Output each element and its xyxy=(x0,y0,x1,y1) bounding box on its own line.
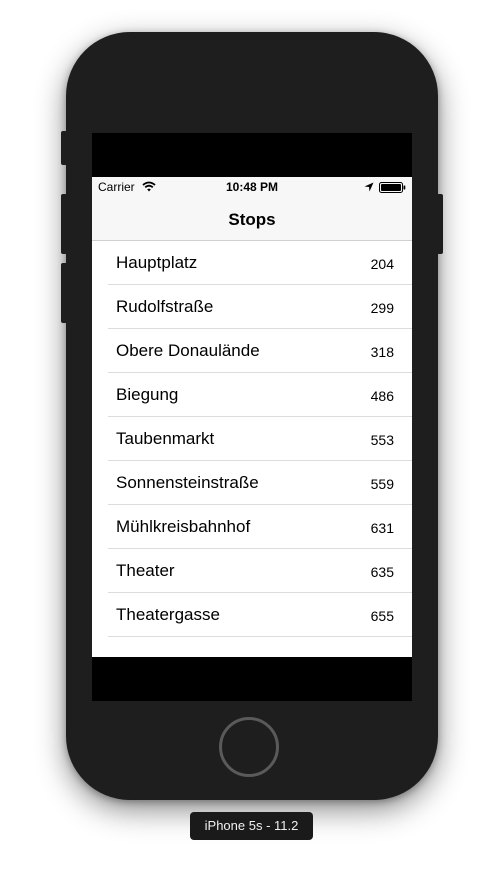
device-label: iPhone 5s - 11.2 xyxy=(190,812,313,840)
list-item[interactable]: Obere Donaulände 318 xyxy=(108,329,412,373)
stop-name: Sonnensteinstraße xyxy=(116,473,259,492)
navigation-bar: Stops xyxy=(92,197,412,241)
list-item[interactable]: Taubenmarkt 553 xyxy=(108,417,412,461)
stop-count: 553 xyxy=(370,432,394,448)
volume-up-button xyxy=(61,194,68,254)
stop-count: 299 xyxy=(370,300,394,316)
list-item[interactable]: Theater 635 xyxy=(108,549,412,593)
list-item[interactable]: Biegung 486 xyxy=(108,373,412,417)
volume-down-button xyxy=(61,263,68,323)
location-arrow-icon xyxy=(364,182,374,192)
mute-switch xyxy=(61,131,68,165)
stop-name: Biegung xyxy=(116,385,179,404)
list-item[interactable]: Theatergasse 655 xyxy=(108,593,412,637)
status-bar: Carrier 10:48 PM xyxy=(92,177,412,197)
stop-count: 655 xyxy=(370,608,394,624)
stop-name: Theater xyxy=(116,561,175,580)
battery-icon xyxy=(379,182,406,193)
stop-count: 635 xyxy=(370,564,394,580)
list-item[interactable]: Hauptplatz 204 xyxy=(108,241,412,285)
stop-name: Obere Donaulände xyxy=(116,341,260,360)
power-button xyxy=(436,194,443,254)
stop-name: Theatergasse xyxy=(116,605,220,624)
stop-count: 204 xyxy=(370,256,394,272)
page-title: Stops xyxy=(228,210,276,229)
stop-name: Taubenmarkt xyxy=(116,429,215,448)
stop-name: Mühlkreisbahnhof xyxy=(116,517,251,536)
list-item[interactable]: Rudolfstraße 299 xyxy=(108,285,412,329)
stops-list[interactable]: Hauptplatz 204 Rudolfstraße 299 Obere Do… xyxy=(92,241,412,637)
stop-count: 631 xyxy=(370,520,394,536)
device-screen: Carrier 10:48 PM Stops Hauptplatz 204 Ru… xyxy=(92,133,412,701)
stop-name: Hauptplatz xyxy=(116,253,198,272)
stop-count: 559 xyxy=(370,476,394,492)
list-item[interactable]: Mühlkreisbahnhof 631 xyxy=(108,505,412,549)
home-button[interactable] xyxy=(219,717,279,777)
stop-count: 486 xyxy=(370,388,394,404)
stop-count: 318 xyxy=(370,344,394,360)
stop-name: Rudolfstraße xyxy=(116,297,214,316)
app-view: Carrier 10:48 PM Stops Hauptplatz 204 Ru… xyxy=(92,177,412,657)
list-item[interactable]: Sonnensteinstraße 559 xyxy=(108,461,412,505)
